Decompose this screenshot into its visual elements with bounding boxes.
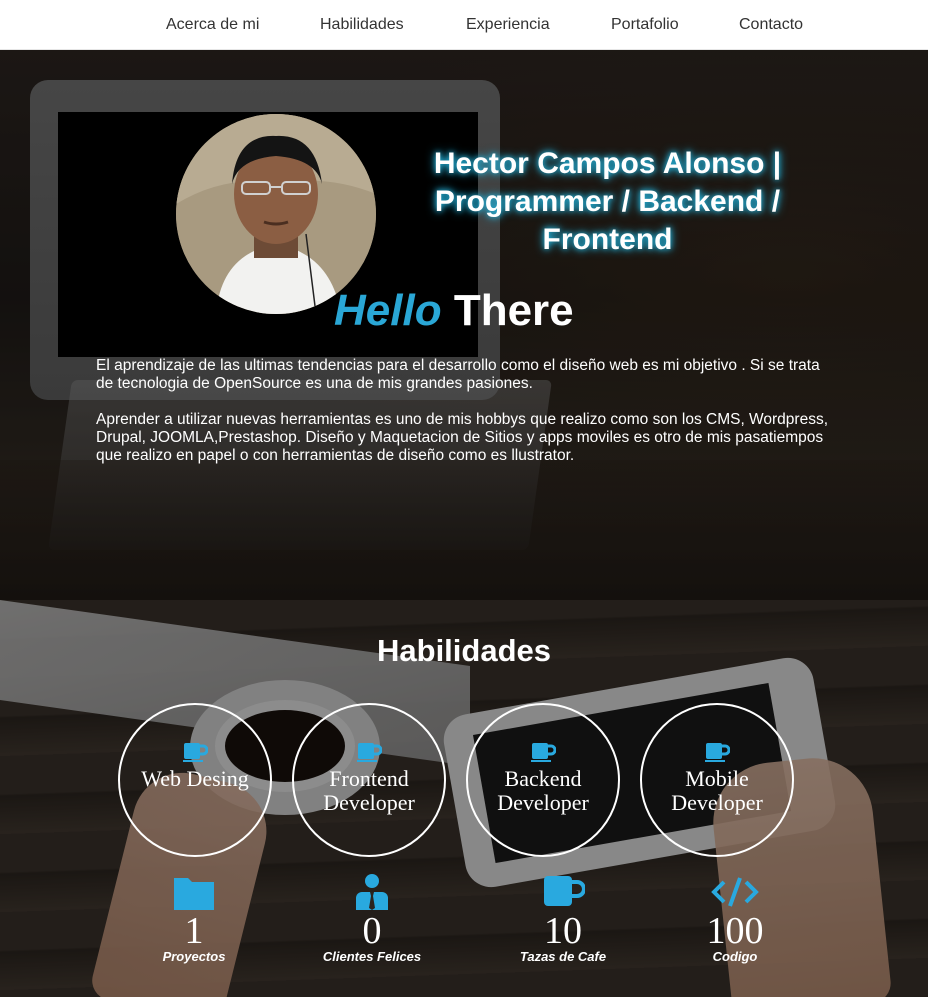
hero-section: Hector Campos Alonso | Programmer / Back…	[0, 50, 928, 600]
skills-section: Habilidades Web Desing Frontend Develope…	[0, 600, 928, 997]
code-icon	[711, 877, 759, 907]
skills-title: Habilidades	[377, 633, 551, 668]
nav-item-acerca[interactable]: Acerca de mi	[166, 16, 259, 34]
skill-label: Backend Developer	[497, 766, 589, 815]
top-navigation: Acerca de mi Habilidades Experiencia Por…	[0, 0, 928, 50]
nav-item-experiencia[interactable]: Experiencia	[466, 16, 550, 34]
stat-value: 0	[362, 910, 382, 952]
stat-label: Proyectos	[162, 949, 226, 964]
skill-label: Frontend Developer	[323, 766, 415, 815]
folder-icon	[174, 878, 214, 910]
coffee-cup-icon	[183, 743, 208, 762]
stat-value: 100	[706, 910, 764, 952]
hello-rest: There	[453, 286, 574, 335]
skill-label: Mobile Developer	[671, 766, 763, 815]
user-tie-icon	[356, 874, 388, 910]
about-text: El aprendizaje de las ultimas tendencias…	[96, 357, 841, 483]
skill-backend[interactable]: Backend Developer	[466, 703, 620, 857]
skill-web-design[interactable]: Web Desing	[118, 703, 272, 857]
hello-heading: Hello There	[334, 286, 574, 336]
coffee-cup-icon	[705, 743, 730, 762]
stat-value: 1	[184, 910, 204, 952]
coffee-cup-icon	[531, 743, 556, 762]
about-paragraph-1: El aprendizaje de las ultimas tendencias…	[96, 357, 820, 392]
stat-coffee: 10 Tazas de Cafe	[488, 872, 638, 964]
stat-clients: 0 Clientes Felices	[297, 872, 447, 964]
hero-title: Hector Campos Alonso | Programmer / Back…	[433, 147, 782, 256]
stat-value: 10	[544, 910, 582, 952]
nav-item-habilidades[interactable]: Habilidades	[320, 16, 404, 34]
stat-label: Clientes Felices	[322, 949, 422, 964]
hello-accent: Hello	[334, 286, 442, 335]
stat-label: Codigo	[712, 949, 758, 964]
stat-projects: 1 Proyectos	[119, 872, 269, 964]
coffee-cup-icon	[544, 876, 585, 906]
profile-avatar	[176, 114, 376, 314]
nav-item-portafolio[interactable]: Portafolio	[611, 16, 679, 34]
skill-label: Web Desing	[141, 766, 249, 791]
coffee-cup-icon	[357, 743, 382, 762]
about-paragraph-2: Aprender a utilizar nuevas herramientas …	[96, 411, 829, 464]
skill-mobile[interactable]: Mobile Developer	[640, 703, 794, 857]
skill-frontend[interactable]: Frontend Developer	[292, 703, 446, 857]
stat-label: Tazas de Cafe	[519, 949, 607, 964]
stat-code: 100 Codigo	[660, 872, 810, 964]
nav-item-contacto[interactable]: Contacto	[739, 16, 803, 34]
